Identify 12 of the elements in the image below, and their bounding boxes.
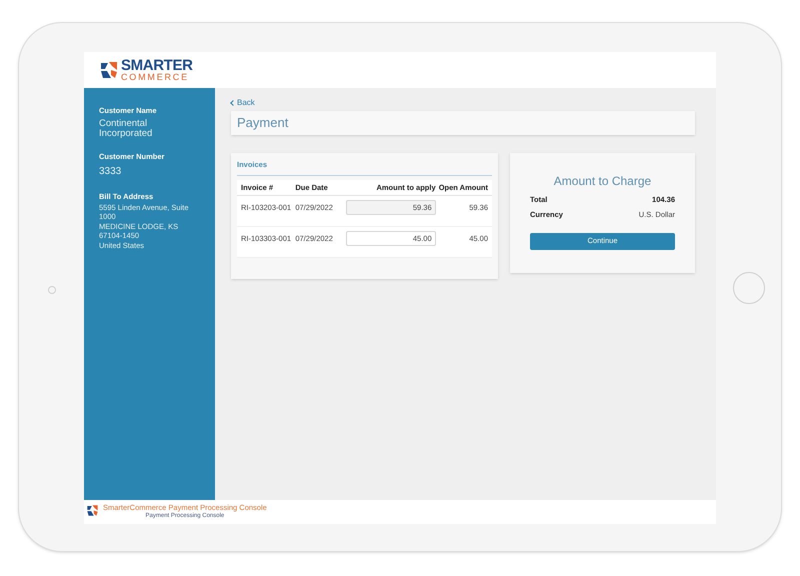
home-button[interactable] [732, 272, 764, 304]
logo-icon [99, 60, 119, 80]
logo-icon [86, 504, 99, 517]
customer-name: Continental Incorporated [99, 119, 154, 140]
back-link[interactable]: Back [231, 98, 695, 108]
charge-title: Amount to Charge [552, 173, 652, 190]
chevron-left-icon [230, 100, 236, 106]
customer-number: 3333 [99, 164, 122, 178]
camera-icon [48, 286, 56, 294]
logo-subtext: COMMERCE [121, 73, 190, 82]
logo-text: SMARTER [121, 58, 193, 73]
page-title: Payment [237, 114, 288, 132]
